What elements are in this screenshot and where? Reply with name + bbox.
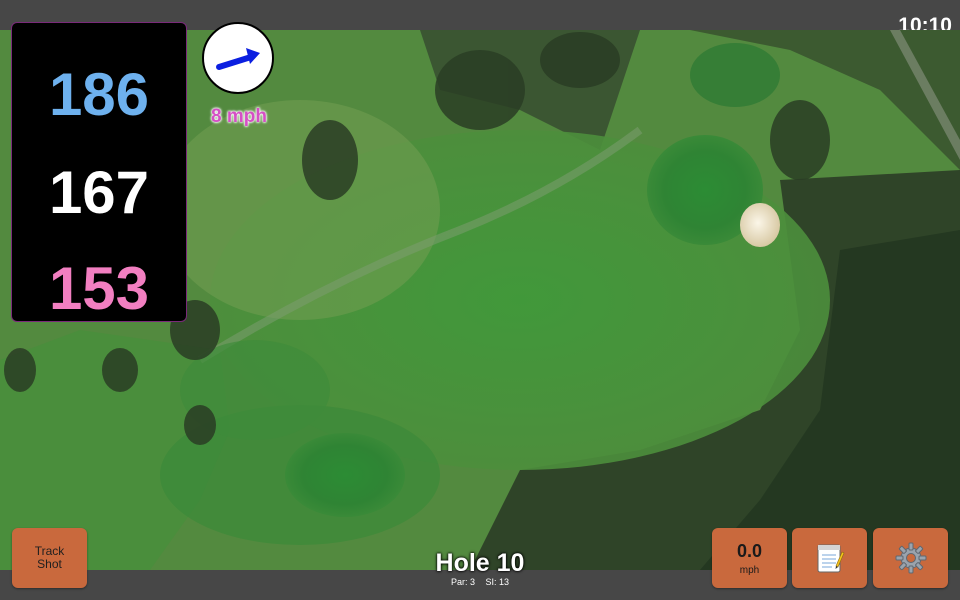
arrow-icon	[216, 48, 260, 70]
speed-value: 0.0	[736, 540, 763, 561]
speed-unit: mph	[739, 564, 760, 576]
back-distance: 186	[48, 61, 150, 128]
wind-speed: 8 mph	[211, 106, 267, 127]
distance-panel: 186 167 153	[11, 22, 187, 322]
middle-distance: 167	[48, 159, 150, 226]
speed-button[interactable]: 0.0 mph	[712, 528, 787, 588]
gear-icon	[895, 542, 926, 574]
wind-indicator	[202, 22, 274, 94]
hole-par: Par: 3	[450, 577, 475, 587]
hole-meta: Par: 3 SI: 13	[380, 577, 580, 587]
notes-button[interactable]	[792, 528, 867, 588]
notepad-icon	[817, 544, 844, 573]
track-shot-label: Track Shot	[34, 544, 65, 571]
hole-title: Hole 10	[435, 549, 525, 577]
hole-stroke-index: SI: 13	[485, 577, 510, 587]
front-distance: 153	[48, 255, 150, 322]
track-shot-button[interactable]: Track Shot	[12, 528, 87, 588]
settings-button[interactable]	[873, 528, 948, 588]
